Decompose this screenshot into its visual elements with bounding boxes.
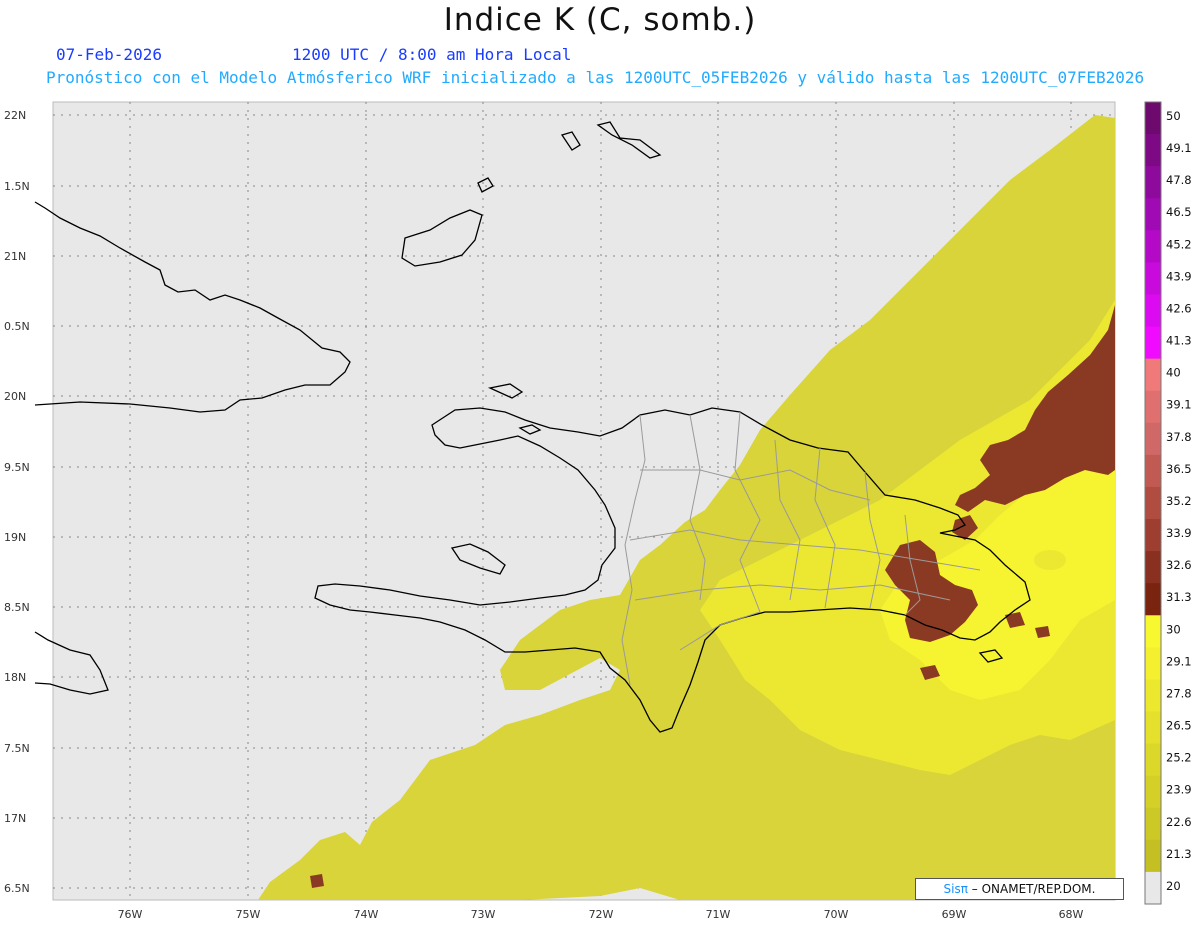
colorbar-label: 29.1	[1166, 654, 1192, 668]
colorbar-label: 50	[1166, 109, 1181, 123]
colorbar-label: 40	[1166, 366, 1181, 380]
colorbar-label: 25.2	[1166, 751, 1192, 765]
latitude-labels: 22N 1.5N 21N 0.5N 20N 9.5N 19N 8.5N 18N …	[4, 109, 30, 895]
colorbar-label: 37.8	[1166, 430, 1192, 444]
weather-map: 22N 1.5N 21N 0.5N 20N 9.5N 19N 8.5N 18N …	[4, 101, 1192, 921]
k-index-area-30-plus-sw	[310, 874, 324, 888]
colorbar-swatch	[1145, 583, 1161, 616]
colorbar-label: 43.9	[1166, 269, 1192, 283]
lat-label: 7.5N	[4, 742, 30, 755]
lat-label: 18N	[4, 671, 26, 684]
colorbar-label: 36.5	[1166, 462, 1192, 476]
lat-label: 8.5N	[4, 601, 30, 614]
lon-label: 76W	[118, 908, 143, 921]
colorbar-swatch	[1145, 871, 1161, 905]
colorbar-label: 30	[1166, 622, 1181, 636]
lon-label: 75W	[236, 908, 261, 921]
colorbar-swatch	[1145, 294, 1161, 328]
colorbar-label: 46.5	[1166, 205, 1192, 219]
credit-text: – ONAMET/REP.DOM.	[967, 882, 1096, 896]
longitude-labels: 76W 75W 74W 73W 72W 71W 70W 69W 68W	[118, 908, 1084, 921]
lat-label: 17N	[4, 812, 26, 825]
colorbar-label: 39.1	[1166, 398, 1192, 412]
lon-label: 73W	[471, 908, 496, 921]
colorbar-swatch	[1145, 679, 1161, 713]
colorbar-swatch	[1145, 230, 1161, 263]
colorbar-swatch	[1145, 358, 1161, 392]
colorbar-label: 26.5	[1166, 719, 1192, 733]
colorbar-label: 20	[1166, 879, 1181, 893]
colorbar-swatch	[1145, 454, 1161, 488]
colorbar-label: 32.6	[1166, 558, 1192, 572]
colorbar-swatch	[1145, 743, 1161, 777]
colorbar-label: 42.6	[1166, 301, 1192, 315]
lat-label: 0.5N	[4, 320, 30, 333]
lon-label: 69W	[942, 908, 967, 921]
colorbar-swatch	[1145, 326, 1161, 360]
colorbar-swatch	[1145, 422, 1161, 456]
colorbar-label: 41.3	[1166, 334, 1192, 348]
colorbar-label: 21.3	[1166, 847, 1192, 861]
lat-label: 20N	[4, 390, 26, 403]
colorbar-swatch	[1145, 102, 1161, 135]
colorbar-swatch	[1145, 262, 1161, 295]
lat-label: 6.5N	[4, 882, 30, 895]
colorbar-swatch	[1145, 711, 1161, 745]
colorbar-swatch	[1145, 551, 1161, 584]
colorbar-label: 31.3	[1166, 590, 1192, 604]
colorbar-swatch	[1145, 519, 1161, 552]
colorbar-label: 49.1	[1166, 141, 1192, 155]
colorbar-swatch	[1145, 390, 1161, 424]
lon-label: 74W	[354, 908, 379, 921]
colorbar-swatch	[1145, 647, 1161, 680]
colorbar-label: 22.6	[1166, 815, 1192, 829]
colorbar-swatch	[1145, 615, 1161, 648]
colorbar-label: 45.2	[1166, 237, 1192, 251]
colorbar-swatch	[1145, 134, 1161, 167]
k-index-hole	[1034, 550, 1066, 570]
colorbar-label: 33.9	[1166, 526, 1192, 540]
colorbar-label: 27.8	[1166, 686, 1192, 700]
lon-label: 70W	[824, 908, 849, 921]
colorbar-swatch	[1145, 839, 1161, 873]
lon-label: 72W	[589, 908, 614, 921]
colorbar-swatch	[1145, 486, 1161, 520]
colorbar-swatch	[1145, 166, 1161, 199]
colorbar-label: 35.2	[1166, 494, 1192, 508]
lon-label: 68W	[1059, 908, 1084, 921]
colorbar-label: 23.9	[1166, 783, 1192, 797]
colorbar-swatch	[1145, 807, 1161, 841]
credit-box: Sisπ – ONAMET/REP.DOM.	[915, 878, 1124, 900]
lat-label: 1.5N	[4, 180, 30, 193]
lat-label: 21N	[4, 250, 26, 263]
colorbar: 50 49.1 47.8 46.5 45.2 43.9 42.6 41.3 40 39.1 37.8…	[1144, 101, 1192, 905]
colorbar-swatch	[1145, 775, 1161, 809]
colorbar-swatch	[1145, 198, 1161, 231]
lat-label: 9.5N	[4, 461, 30, 474]
lat-label: 22N	[4, 109, 26, 122]
lat-label: 19N	[4, 531, 26, 544]
colorbar-label: 47.8	[1166, 173, 1192, 187]
sispi-logo: Sisπ	[943, 882, 968, 896]
lon-label: 71W	[706, 908, 731, 921]
